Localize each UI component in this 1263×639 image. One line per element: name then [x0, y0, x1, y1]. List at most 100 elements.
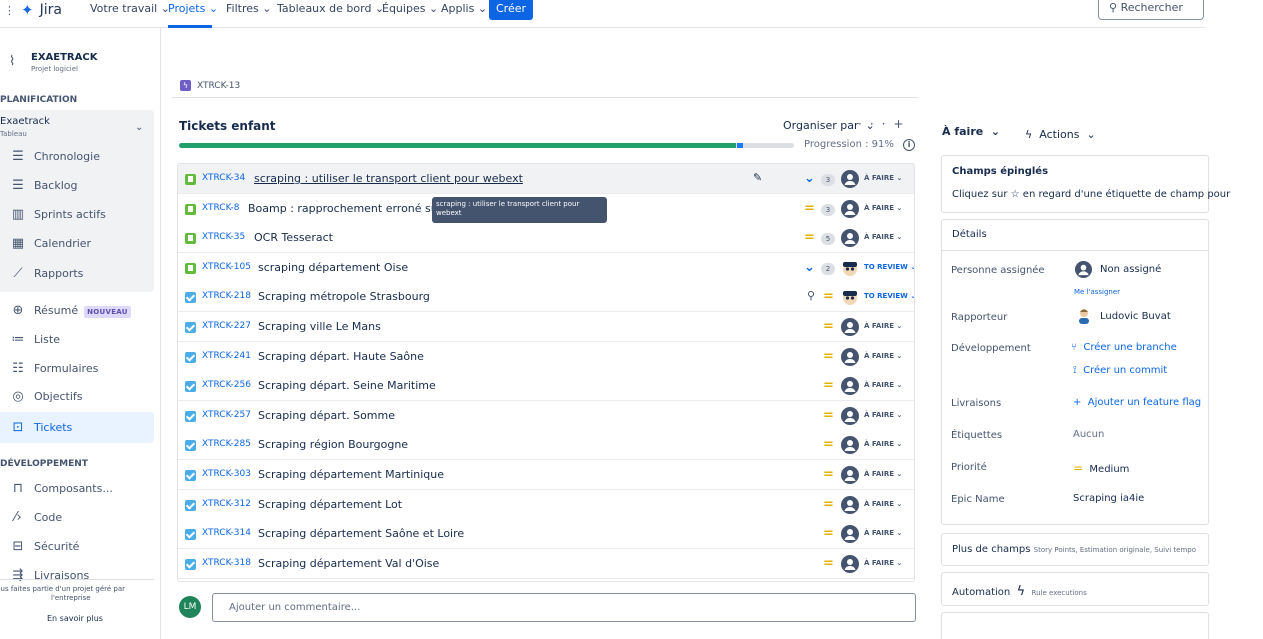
project-name[interactable]: EXAETRACK: [31, 52, 97, 63]
jira-logo[interactable]: ⋮ ✦ Jira: [4, 0, 62, 20]
sidebar-item-forms[interactable]: ☷ Formulaires: [0, 355, 160, 381]
status-badge[interactable]: À FAIRE ⌄: [864, 352, 902, 360]
unassigned-avatar-icon[interactable]: [841, 554, 859, 573]
edit-icon[interactable]: ✎: [753, 171, 762, 184]
sidebar-item-list[interactable]: ≔ Liste: [0, 326, 160, 352]
more-icon[interactable]: ···: [858, 117, 893, 131]
sidebar-item-reports[interactable]: ⟋ Rapports: [0, 260, 160, 286]
automation-card[interactable]: Automation ϟ Rule executions: [941, 572, 1209, 606]
app-switcher-icon[interactable]: ⋮: [4, 4, 15, 17]
unassigned-avatar-icon[interactable]: [841, 170, 859, 188]
issue-summary[interactable]: Scraping départ. Somme: [258, 409, 395, 422]
nav-apps[interactable]: Applis ⌄: [441, 2, 487, 15]
unassigned-avatar-icon[interactable]: [841, 229, 859, 248]
issue-key[interactable]: XTRCK-257: [202, 410, 251, 420]
unassigned-avatar-icon[interactable]: [841, 495, 859, 514]
issue-key[interactable]: XTRCK-35: [202, 232, 245, 242]
sidebar-item-code[interactable]: ⁄› Code: [0, 504, 160, 530]
nav-projects[interactable]: Projets ⌄: [168, 2, 218, 15]
unassigned-avatar-icon[interactable]: [841, 347, 859, 366]
status-badge[interactable]: À FAIRE ⌄: [864, 411, 902, 419]
epic-name-value[interactable]: Scraping ia4ie: [1073, 493, 1144, 504]
status-badge[interactable]: À FAIRE ⌄: [864, 322, 902, 330]
table-row[interactable]: XTRCK-218 Scraping métropole Strasbourg ⚲ =…: [178, 282, 914, 313]
issue-summary[interactable]: scraping département Oise: [258, 261, 408, 274]
table-row[interactable]: XTRCK-314 Scraping département Saône et L…: [178, 519, 914, 550]
sidebar-item-active-sprints[interactable]: ▥ Sprints actifs: [0, 201, 160, 227]
table-row[interactable]: XTRCK-257 Scraping départ. Somme = À FAIRE …: [178, 400, 914, 431]
status-badge[interactable]: À FAIRE ⌄: [864, 174, 902, 182]
add-feature-flag-link[interactable]: + Ajouter un feature flag: [1073, 397, 1201, 408]
table-row[interactable]: XTRCK-105 scraping département Oise ⌄ 2 TO R…: [178, 252, 914, 283]
sidebar-item-summary[interactable]: ⊕ Résumé NOUVEAU: [0, 297, 160, 323]
status-badge[interactable]: À FAIRE ⌄: [864, 500, 902, 508]
status-badge[interactable]: TO REVIEW ⌄: [864, 263, 914, 271]
status-badge[interactable]: À FAIRE ⌄: [864, 204, 902, 212]
sidebar-item-security[interactable]: ⊟ Sécurité: [0, 533, 160, 559]
status-dropdown[interactable]: À faire ⌄: [942, 125, 1000, 145]
unassigned-avatar-icon[interactable]: [841, 318, 859, 336]
issue-key[interactable]: XTRCK-227: [202, 321, 251, 331]
status-badge[interactable]: À FAIRE ⌄: [864, 440, 902, 448]
status-badge[interactable]: À FAIRE ⌄: [864, 559, 902, 567]
chevron-down-icon[interactable]: ⌄: [135, 122, 143, 133]
actions-dropdown[interactable]: ϟ Actions ⌄: [1025, 128, 1096, 141]
issue-key[interactable]: XTRCK-312: [202, 499, 251, 509]
issue-summary[interactable]: Scraping département Martinique: [258, 468, 444, 481]
issue-key[interactable]: XTRCK-105: [202, 262, 251, 272]
issue-key[interactable]: XTRCK-285: [202, 439, 251, 449]
table-row[interactable]: XTRCK-227 Scraping ville Le Mans = À FAIRE …: [178, 312, 914, 342]
issue-key[interactable]: XTRCK-256: [202, 380, 251, 390]
issue-key[interactable]: XTRCK-241: [202, 351, 251, 361]
nav-teams[interactable]: Équipes ⌄: [382, 2, 438, 15]
nav-filters[interactable]: Filtres ⌄: [226, 2, 271, 15]
issue-summary[interactable]: Scraping ville Le Mans: [258, 320, 381, 333]
issue-key[interactable]: XTRCK-34: [202, 173, 245, 183]
reporter-value[interactable]: Ludovic Buvat: [1100, 311, 1171, 322]
issue-summary[interactable]: Scraping département Saône et Loire: [258, 527, 464, 540]
issue-summary[interactable]: Scraping métropole Strasbourg: [258, 290, 430, 303]
more-fields-card[interactable]: Plus de champs Story Points, Estimation …: [941, 533, 1209, 566]
search-input[interactable]: ⚲ Rechercher: [1098, 0, 1204, 20]
table-row[interactable]: XTRCK-35 OCR Tesseract = 5 À FAIRE ⌄: [178, 223, 914, 254]
issue-summary[interactable]: Scraping région Bourgogne: [258, 438, 408, 451]
sidebar-item-components[interactable]: ⊓ Composants...: [0, 475, 160, 501]
unassigned-avatar-icon[interactable]: [841, 406, 859, 425]
sidebar-item-tickets[interactable]: ⊡ Tickets: [0, 414, 160, 440]
board-name[interactable]: Exaetrack: [0, 116, 50, 127]
breadcrumb-parent-key[interactable]: XTRCK-13: [197, 81, 240, 91]
sidebar-item-goals[interactable]: ◎ Objectifs: [0, 383, 160, 409]
create-branch-link[interactable]: ⑂ Créer une branche: [1071, 342, 1177, 353]
issue-summary[interactable]: Scraping départ. Haute Saône: [258, 350, 424, 363]
unassigned-avatar-icon[interactable]: [841, 199, 859, 218]
table-row[interactable]: XTRCK-303 Scraping département Martinique…: [178, 460, 914, 490]
nav-dashboards[interactable]: Tableaux de bord ⌄: [277, 2, 384, 15]
info-icon[interactable]: i: [903, 139, 916, 151]
unassigned-avatar-icon[interactable]: [841, 466, 859, 484]
table-row[interactable]: XTRCK-241 Scraping départ. Haute Saône = À …: [178, 341, 914, 372]
issue-key[interactable]: XTRCK-318: [202, 558, 251, 568]
issue-summary[interactable]: OCR Tesseract: [254, 231, 333, 244]
issue-key[interactable]: XTRCK-314: [202, 528, 251, 538]
issue-summary[interactable]: Scraping départ. Seine Maritime: [258, 379, 436, 392]
create-button[interactable]: Créer: [489, 0, 533, 20]
issue-summary[interactable]: scraping : utiliser le transport client …: [254, 172, 523, 185]
table-row[interactable]: XTRCK-285 Scraping région Bourgogne = À FAI…: [178, 430, 914, 461]
unassigned-avatar-icon[interactable]: [841, 377, 859, 396]
status-badge[interactable]: À FAIRE ⌄: [864, 529, 902, 537]
sidebar-item-backlog[interactable]: ☰ Backlog: [0, 172, 160, 198]
priority-value[interactable]: = Medium: [1073, 461, 1129, 475]
labels-value[interactable]: Aucun: [1073, 429, 1104, 440]
table-row[interactable]: XTRCK-318 Scraping département Val d'Oise…: [178, 548, 914, 579]
avatar[interactable]: [841, 288, 859, 306]
sidebar-item-timeline[interactable]: ☰ Chronologie: [0, 143, 160, 169]
issue-key[interactable]: XTRCK-8: [202, 203, 240, 213]
issue-key[interactable]: XTRCK-303: [202, 469, 251, 479]
status-badge[interactable]: TO REVIEW ⌄: [864, 292, 914, 300]
table-row[interactable]: XTRCK-312 Scraping département Lot = À FAIR…: [178, 489, 914, 520]
sidebar-item-calendar[interactable]: ▦ Calendrier: [0, 230, 160, 256]
assign-me-link[interactable]: Me l'assigner: [1074, 288, 1120, 296]
status-badge[interactable]: À FAIRE ⌄: [864, 470, 902, 478]
status-badge[interactable]: À FAIRE ⌄: [864, 233, 902, 241]
status-badge[interactable]: À FAIRE ⌄: [864, 381, 902, 389]
